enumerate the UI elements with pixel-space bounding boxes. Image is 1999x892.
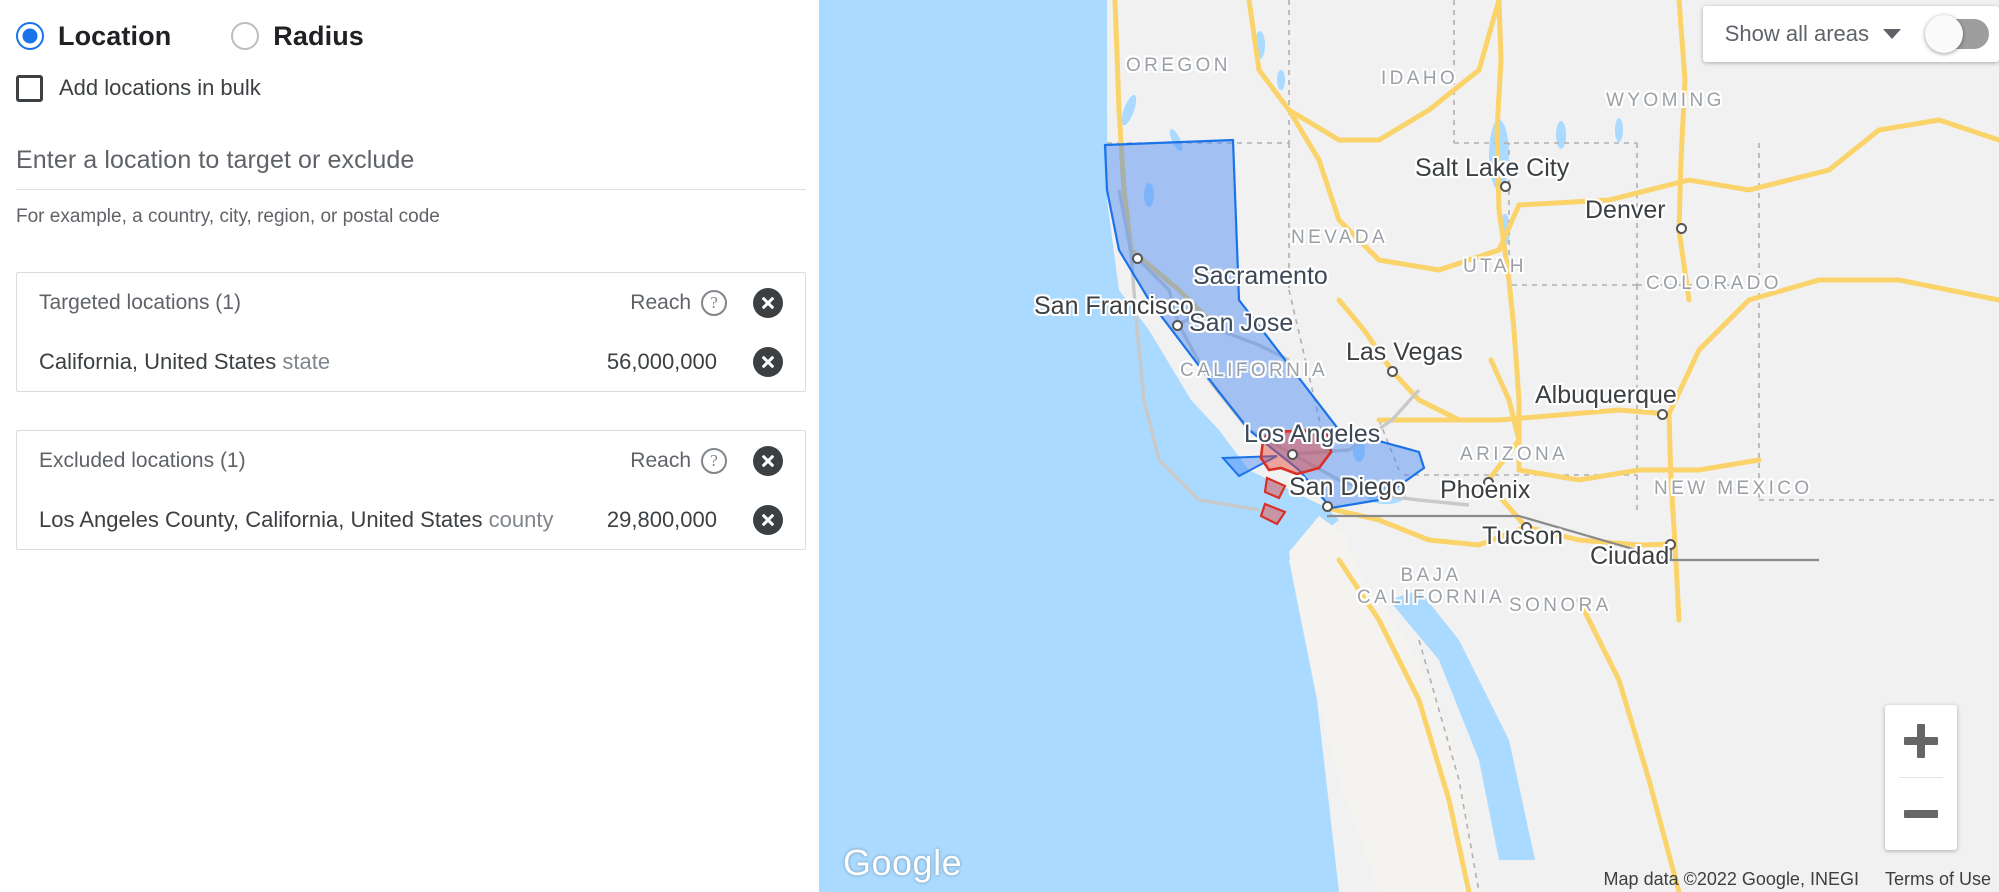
city-marker-dot	[1172, 320, 1183, 331]
map-canvas[interactable]: OREGON IDAHO WYOMING NEVADA UTAH COLORADO CALI…	[819, 0, 1999, 892]
city-marker-dot	[1132, 253, 1143, 264]
excluded-location-reach: 29,800,000	[606, 507, 717, 532]
zoom-in-button[interactable]	[1885, 705, 1957, 777]
city-marker-dot	[1322, 501, 1333, 512]
city-marker-dot	[1665, 539, 1676, 550]
chevron-down-icon[interactable]	[1883, 29, 1901, 39]
bulk-locations-checkbox-row[interactable]: Add locations in bulk	[16, 62, 803, 114]
location-settings-panel: Location Radius Add locations in bulk En…	[0, 0, 819, 892]
city-marker-dot	[1521, 522, 1532, 533]
terms-of-use-link[interactable]: Terms of Use	[1885, 869, 1991, 890]
remove-excluded-location-button[interactable]	[753, 505, 783, 535]
remove-targeted-location-button[interactable]	[753, 347, 783, 377]
excluded-area-island-2	[1259, 502, 1287, 526]
targeted-location-label: California, United States	[39, 349, 277, 374]
lake	[1556, 121, 1566, 149]
targeted-locations-heading: Targeted locations (1)	[39, 291, 241, 314]
city-marker-dot	[1676, 223, 1687, 234]
city-marker-dot	[1657, 409, 1668, 420]
targeted-reach-header: Reach	[630, 291, 691, 314]
toggle-knob	[1925, 15, 1963, 53]
targeted-location-name: California, United States state	[39, 349, 607, 375]
map-data-attribution: Map data ©2022 Google, INEGI	[1603, 869, 1859, 889]
excluded-location-name: Los Angeles County, California, United S…	[39, 507, 607, 533]
help-circle-icon[interactable]: ?	[701, 448, 727, 474]
map-zoom-controls[interactable]	[1885, 705, 1957, 850]
city-marker-dot	[1483, 477, 1494, 488]
radio-option-radius[interactable]: Radius	[231, 21, 364, 52]
excluded-reach-header: Reach	[630, 449, 691, 472]
city-marker-dot	[1287, 449, 1298, 460]
excluded-location-label: Los Angeles County, California, United S…	[39, 507, 483, 532]
bulk-locations-checkbox[interactable]	[16, 74, 43, 102]
table-row: California, United States state 56,000,0…	[17, 333, 805, 391]
minus-icon	[1904, 810, 1938, 818]
excluded-locations-heading: Excluded locations (1)	[39, 449, 246, 472]
location-search-underline	[16, 189, 806, 190]
map-geometry	[1103, 0, 1999, 892]
bulk-locations-label: Add locations in bulk	[59, 75, 261, 100]
radio-label-radius: Radius	[273, 20, 364, 51]
location-targeting-screen: Location Radius Add locations in bulk En…	[0, 0, 1999, 892]
targeted-location-reach: 56,000,000	[606, 349, 717, 374]
map-attribution: Map data ©2022 Google, INEGI Terms of Us…	[1604, 869, 1999, 890]
show-all-areas-toggle[interactable]	[1925, 15, 1989, 53]
location-search-helper-text: For example, a country, city, region, or…	[16, 206, 440, 227]
remove-all-targeted-button[interactable]	[753, 288, 783, 318]
targeted-locations-card: Targeted locations (1) Reach ? Californi…	[16, 272, 806, 392]
radio-button-location[interactable]	[16, 22, 44, 50]
show-all-areas-label: Show all areas	[1724, 21, 1869, 46]
target-type-radio-group: Location Radius	[16, 0, 803, 58]
excluded-location-kind: county	[488, 507, 554, 532]
radio-button-radius[interactable]	[231, 22, 260, 50]
help-circle-icon[interactable]: ?	[701, 290, 727, 316]
radio-option-location[interactable]: Location	[16, 21, 171, 52]
table-row: Los Angeles County, California, United S…	[17, 491, 805, 549]
radio-label-location: Location	[58, 20, 172, 51]
excluded-locations-header: Excluded locations (1) Reach ?	[17, 431, 805, 491]
zoom-out-button[interactable]	[1885, 778, 1957, 850]
targeted-locations-header: Targeted locations (1) Reach ?	[17, 273, 805, 333]
city-marker-dot	[1161, 303, 1172, 314]
location-search-title: Enter a location to target or exclude	[16, 146, 415, 174]
city-marker-dot	[1500, 181, 1511, 192]
show-all-areas-control[interactable]: Show all areas	[1702, 6, 1999, 62]
excluded-locations-card: Excluded locations (1) Reach ? Los Angel…	[16, 430, 806, 550]
targeted-location-kind: state	[282, 349, 331, 374]
plus-icon	[1904, 724, 1938, 758]
remove-all-excluded-button[interactable]	[753, 446, 783, 476]
google-logo: Google	[843, 842, 963, 883]
city-marker-dot	[1387, 366, 1398, 377]
lake	[1277, 70, 1285, 90]
lake	[1615, 118, 1623, 142]
